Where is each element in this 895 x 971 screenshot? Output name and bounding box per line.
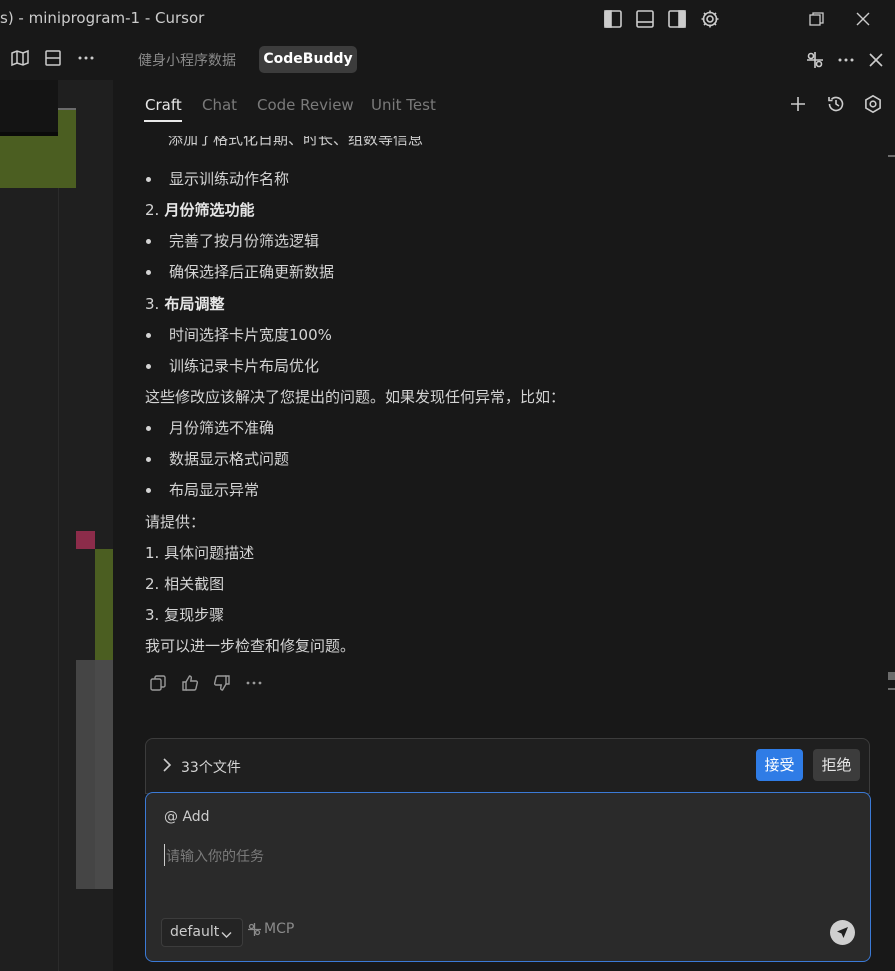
list-item: 确保选择后正确更新数据 bbox=[169, 263, 335, 281]
split-editor-icon[interactable] bbox=[43, 48, 63, 68]
active-tab-indicator bbox=[144, 120, 182, 122]
paragraph: 这些修改应该解决了您提出的问题。如果发现任何异常，比如： bbox=[145, 388, 566, 406]
paragraph: 1. 具体问题描述 bbox=[145, 544, 255, 562]
restore-window-icon[interactable] bbox=[805, 8, 827, 30]
bullet-dot bbox=[146, 270, 151, 275]
thumbs-down-icon[interactable] bbox=[212, 673, 232, 693]
thumbs-up-icon[interactable] bbox=[180, 673, 200, 693]
partial-message-line: 添加了格式化日期、时长、组数等信息 bbox=[168, 136, 424, 148]
section-heading: 3. 布局调整 bbox=[145, 295, 225, 313]
indent-guide bbox=[58, 188, 59, 971]
toggle-secondary-sidebar-icon[interactable] bbox=[666, 8, 688, 30]
copy-icon[interactable] bbox=[148, 673, 168, 693]
reject-button[interactable]: 拒绝 bbox=[813, 749, 860, 781]
ellipsis-icon[interactable] bbox=[76, 48, 96, 68]
panel-close-icon[interactable] bbox=[866, 50, 886, 70]
send-button[interactable] bbox=[830, 920, 855, 945]
task-input[interactable]: 请输入你的任务 bbox=[166, 846, 264, 866]
list-item: 训练记录卡片布局优化 bbox=[169, 357, 320, 375]
tab-fitness-data[interactable]: 健身小程序数据 bbox=[138, 50, 236, 70]
diff-block-added bbox=[0, 136, 76, 188]
list-item: 显示训练动作名称 bbox=[169, 170, 290, 188]
tab-codebuddy[interactable]: CodeBuddy bbox=[259, 46, 357, 73]
panel-more-icon[interactable] bbox=[836, 50, 856, 70]
bullet-dot bbox=[146, 426, 151, 431]
tab-code-review[interactable]: Code Review bbox=[257, 96, 354, 114]
list-item: 月份筛选不准确 bbox=[169, 419, 275, 437]
bullet-dot bbox=[146, 239, 151, 244]
minimap-slider-inner bbox=[76, 660, 95, 889]
changed-files-count[interactable]: 33个文件 bbox=[181, 757, 241, 777]
tab-chat[interactable]: Chat bbox=[202, 96, 237, 114]
bullet-dot bbox=[146, 333, 151, 338]
mcp-button[interactable]: MCP bbox=[264, 921, 294, 937]
toggle-panel-icon[interactable] bbox=[634, 8, 656, 30]
bullet-dot bbox=[146, 488, 151, 493]
more-actions-icon[interactable] bbox=[244, 673, 264, 693]
tab-craft[interactable]: Craft bbox=[145, 96, 182, 114]
window-title: s) - miniprogram-1 - Cursor bbox=[0, 9, 205, 27]
bullet-dot bbox=[146, 364, 151, 369]
plus-icon[interactable] bbox=[788, 94, 808, 114]
diff-marker bbox=[58, 108, 76, 136]
scrollbar-marker bbox=[888, 155, 895, 157]
settings-gear-icon[interactable] bbox=[699, 8, 721, 30]
list-item: 布局显示异常 bbox=[169, 481, 260, 499]
diff-block-removed bbox=[76, 531, 95, 549]
add-context-button[interactable]: @ Add bbox=[164, 809, 210, 825]
section-heading: 2. 月份筛选功能 bbox=[145, 201, 255, 219]
accept-button[interactable]: 接受 bbox=[756, 749, 803, 781]
diff-marker-edge bbox=[58, 108, 76, 110]
chevron-right-icon[interactable] bbox=[160, 756, 174, 774]
bullet-dot bbox=[146, 457, 151, 462]
history-icon[interactable] bbox=[826, 94, 846, 114]
list-item: 数据显示格式问题 bbox=[169, 450, 290, 468]
chevron-down-icon bbox=[220, 926, 233, 939]
editor-overlay bbox=[0, 80, 58, 132]
paragraph: 3. 复现步骤 bbox=[145, 606, 225, 624]
model-select-value: default bbox=[170, 924, 220, 940]
tab-unit-test[interactable]: Unit Test bbox=[371, 96, 436, 114]
mcp-icon[interactable] bbox=[247, 922, 262, 937]
bullet-dot bbox=[146, 177, 151, 182]
paragraph: 2. 相关截图 bbox=[145, 575, 225, 593]
paragraph: 请提供： bbox=[145, 513, 206, 531]
codebuddy-logo-icon[interactable] bbox=[805, 50, 825, 70]
title-bar: s) - miniprogram-1 - Cursor bbox=[0, 0, 895, 38]
send-icon bbox=[837, 927, 848, 938]
list-item: 时间选择卡片宽度100% bbox=[169, 326, 332, 344]
toggle-primary-sidebar-icon[interactable] bbox=[602, 8, 624, 30]
text-caret bbox=[164, 844, 165, 866]
settings-icon[interactable] bbox=[863, 94, 883, 114]
paragraph: 我可以进一步检查和修复问题。 bbox=[145, 637, 356, 655]
close-window-icon[interactable] bbox=[852, 8, 874, 30]
scrollbar-marker bbox=[888, 672, 895, 680]
map-icon[interactable] bbox=[10, 48, 30, 68]
scrollbar-marker bbox=[888, 688, 895, 690]
list-item: 完善了按月份筛选逻辑 bbox=[169, 232, 320, 250]
